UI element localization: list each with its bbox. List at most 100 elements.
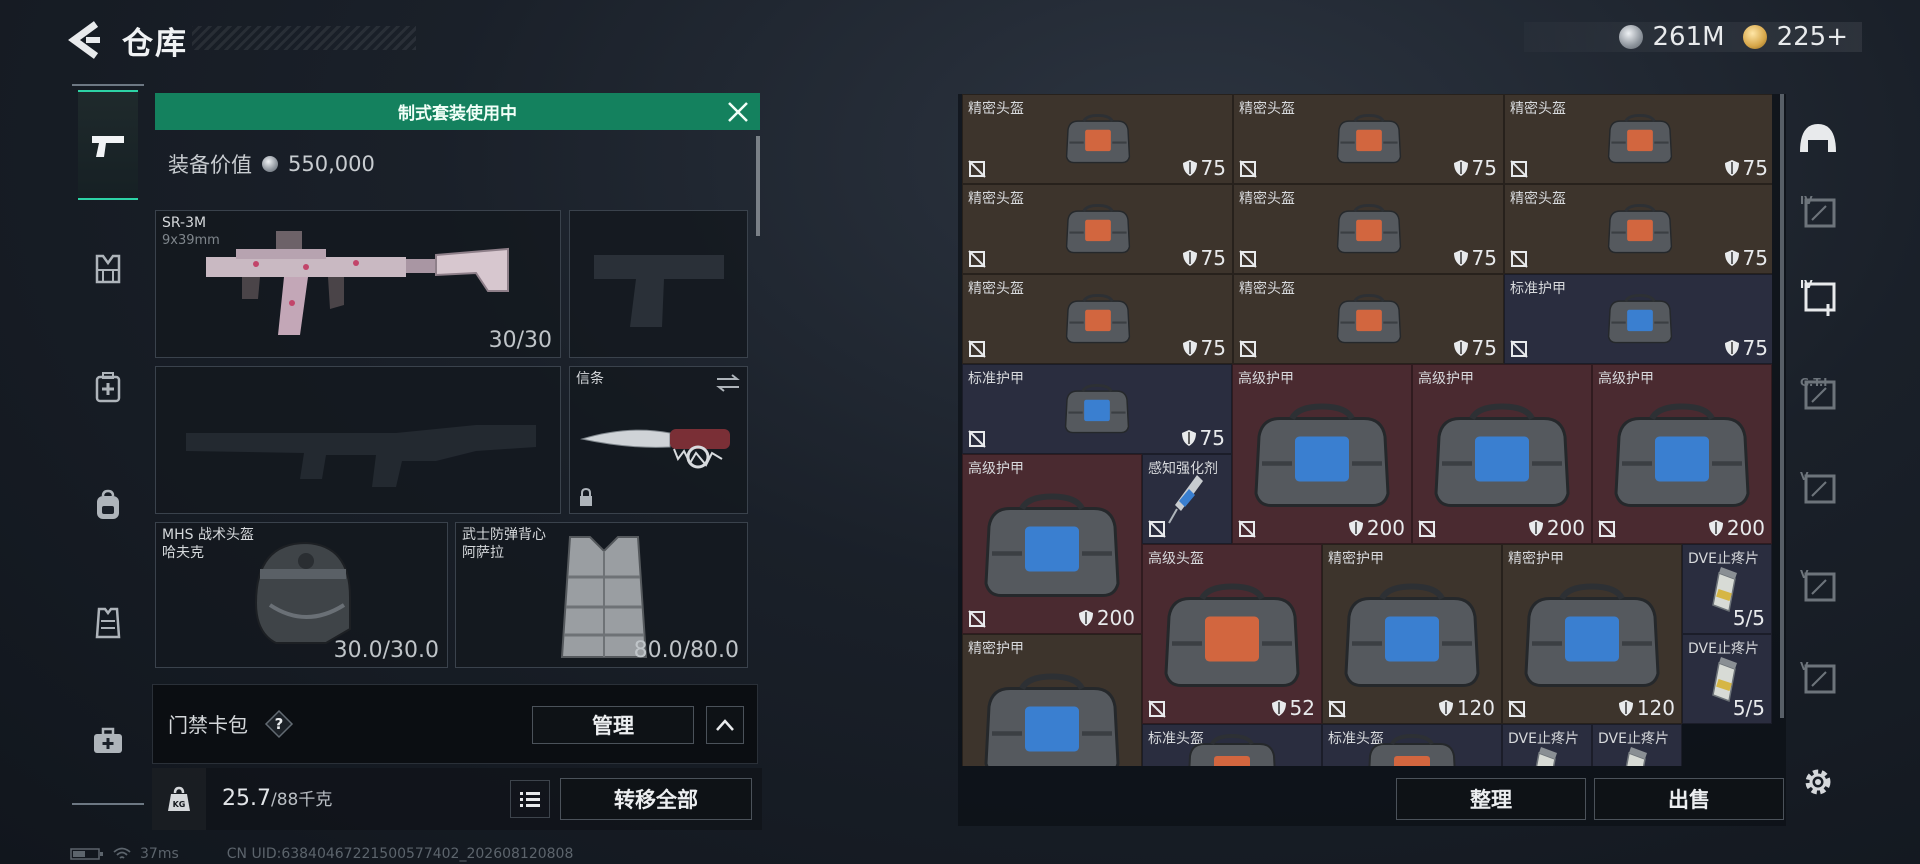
armor-bag-icon — [1607, 293, 1672, 344]
wifi-icon — [113, 847, 131, 859]
knife-image — [580, 429, 730, 469]
stash-scrollbar[interactable] — [1780, 94, 1784, 718]
stash-item[interactable]: 精密护甲 — [962, 634, 1142, 766]
stash-item[interactable]: 高级护甲 200 — [1592, 364, 1772, 544]
sort-button[interactable]: 整理 — [1396, 778, 1586, 820]
item-value: 75 — [1724, 336, 1768, 360]
v-filter-2[interactable]: V — [1792, 558, 1844, 614]
stash-item[interactable]: DVE止疼片 5/5 — [1682, 634, 1772, 724]
gti-filter[interactable]: G.T.I — [1792, 366, 1844, 422]
stash-item[interactable]: 精密头盔 75 — [1504, 94, 1772, 184]
item-image — [1337, 581, 1487, 695]
stash-item[interactable]: DVE止疼片 5/5 — [1682, 544, 1772, 634]
primary-weapon-slot[interactable]: SR-3M 9x39mm 30/30 — [155, 210, 561, 358]
card-pack-help-button[interactable]: ? — [264, 709, 294, 739]
item-value: 200 — [1078, 606, 1135, 630]
nav-item-armor[interactable] — [78, 568, 138, 678]
weight-max: /88千克 — [270, 790, 333, 810]
item-value-text: 75 — [1471, 246, 1497, 270]
stash-item[interactable]: 精密头盔 75 — [962, 94, 1233, 184]
stash-item[interactable]: 精密头盔 75 — [1504, 184, 1772, 274]
stash-item[interactable]: 精密护甲 120 — [1502, 544, 1682, 724]
stash-item[interactable]: DVE止疼片 — [1502, 724, 1592, 766]
kit-banner: 制式套装使用中 — [155, 93, 760, 130]
not-tradable-icon — [968, 610, 986, 628]
collapse-button[interactable] — [706, 706, 744, 744]
melee-slot[interactable]: 信条 — [569, 366, 748, 514]
item-value-text: 200 — [1096, 606, 1135, 630]
stash-item[interactable]: DVE止疼片 — [1592, 724, 1682, 766]
item-value-text: 75 — [1200, 246, 1226, 270]
stash-item[interactable]: 高级护甲 200 — [1412, 364, 1592, 544]
item-image — [1427, 401, 1577, 515]
item-name: 精密头盔 — [1239, 281, 1295, 297]
item-name: 高级护甲 — [968, 461, 1024, 477]
stash-item[interactable]: 精密头盔 75 — [1233, 94, 1504, 184]
stash-item[interactable]: 精密头盔 75 — [1233, 274, 1504, 364]
not-tradable-icon — [968, 340, 986, 358]
helmet-slot[interactable]: MHS 战术头盔 哈夫克 30.0/30.0 — [155, 522, 448, 668]
secondary-weapon-slot[interactable] — [155, 366, 561, 514]
item-image — [1294, 293, 1444, 348]
durability-shield-icon — [1528, 520, 1543, 536]
stash-item[interactable]: 标准头盔 — [1142, 724, 1322, 766]
stash-item[interactable]: 精密头盔 75 — [1233, 184, 1504, 274]
item-name: 高级护甲 — [1598, 371, 1654, 387]
stash-item[interactable]: 精密头盔 75 — [962, 184, 1233, 274]
helmet-bag-icon — [1336, 293, 1401, 344]
item-value: 75 — [1724, 246, 1768, 270]
item-value-text: 75 — [1200, 336, 1226, 360]
armor-bag-icon — [1524, 583, 1660, 687]
stash-item[interactable]: 精密头盔 75 — [962, 274, 1233, 364]
stash-item[interactable]: 标准头盔 — [1322, 724, 1502, 766]
not-tradable-icon — [1510, 340, 1528, 358]
sell-button[interactable]: 出售 — [1594, 778, 1784, 820]
not-tradable-icon — [1148, 520, 1166, 538]
durability-shield-icon — [1708, 520, 1723, 536]
helmet-filter[interactable] — [1792, 112, 1844, 168]
weight-current: 25.7 — [222, 786, 271, 811]
stash-item[interactable]: 感知强化剂 — [1142, 454, 1232, 544]
nav-item-weapons[interactable] — [78, 90, 138, 200]
help-icon: ? — [264, 709, 294, 739]
v-filter-1[interactable]: V — [1792, 460, 1844, 516]
item-value-text: 75 — [1471, 156, 1497, 180]
durability-shield-icon — [1453, 160, 1468, 176]
durability-shield-icon — [1724, 340, 1739, 356]
nav-item-medical[interactable] — [78, 332, 138, 442]
helmet-filter-icon — [1800, 124, 1836, 152]
item-value-text: 75 — [1199, 426, 1225, 450]
transfer-all-button[interactable]: 转移全部 — [560, 778, 752, 820]
nav-item-backpack[interactable] — [78, 450, 138, 560]
stash-item[interactable]: 标准护甲 75 — [962, 364, 1232, 454]
stash-item[interactable]: 高级头盔 52 — [1142, 544, 1322, 724]
vest-slot[interactable]: 武士防弹背心 阿萨拉 80.0/80.0 — [455, 522, 748, 668]
kit-banner-close-button[interactable] — [724, 98, 752, 126]
loadout-scrollbar[interactable] — [756, 136, 760, 236]
list-view-button[interactable] — [510, 780, 550, 818]
stash-item[interactable]: 标准护甲 75 — [1504, 274, 1772, 364]
swap-icon[interactable] — [715, 373, 741, 393]
svg-text:V: V — [1800, 568, 1809, 581]
backpack-icon — [97, 489, 119, 519]
nav-item-chest-rig[interactable] — [78, 214, 138, 324]
stash-item[interactable]: 高级护甲 200 — [1232, 364, 1412, 544]
item-value: 200 — [1528, 516, 1585, 540]
add-tier-iv-filter[interactable]: IV — [1792, 268, 1844, 324]
pill-bottle-icon — [1625, 746, 1647, 766]
card-pack-label: 门禁卡包 — [168, 713, 248, 737]
armor-iv-filter[interactable]: IV — [1792, 184, 1844, 240]
pistol-slot[interactable] — [569, 210, 748, 358]
back-button[interactable] — [66, 18, 106, 62]
nav-item-case[interactable] — [78, 686, 138, 796]
uid-readout: CN UID:63840467221500577402_202608120808 — [226, 846, 574, 862]
manage-button[interactable]: 管理 — [532, 706, 694, 744]
settings-button[interactable] — [1796, 760, 1840, 804]
stash-item[interactable]: 精密护甲 120 — [1322, 544, 1502, 724]
v-filter-3[interactable]: V — [1792, 650, 1844, 706]
gold-currency-value[interactable]: 225+ — [1777, 22, 1848, 52]
helmet-bag-icon — [1188, 733, 1276, 766]
stash-item[interactable]: 高级护甲 200 — [962, 454, 1142, 634]
item-name: 精密头盔 — [1239, 191, 1295, 207]
pill-bottle-icon — [1535, 746, 1557, 766]
